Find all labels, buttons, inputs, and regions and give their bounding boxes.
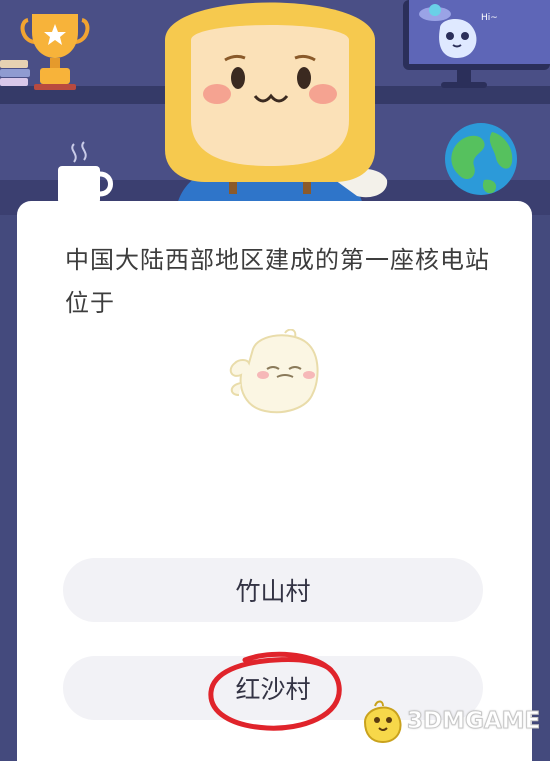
monitor-illustration: Hi~ xyxy=(403,0,550,88)
globe-illustration xyxy=(445,123,517,195)
watermark-logo-icon xyxy=(363,700,402,744)
monitor-text: Hi~ xyxy=(481,13,498,23)
thinking-mascot-icon xyxy=(229,329,319,414)
trophy-icon xyxy=(20,14,90,90)
header-illustration: Hi~ xyxy=(0,0,550,215)
mascot-character xyxy=(165,2,388,215)
watermark-text: 3DMGAME xyxy=(406,708,541,735)
quiz-card: 中国大陆西部地区建成的第一座核电站位于 竹山村 红沙村 xyxy=(17,201,532,761)
coffee-mug-icon xyxy=(58,141,113,204)
watermark: 3DMGAME xyxy=(355,696,550,748)
question-text: 中国大陆西部地区建成的第一座核电站位于 xyxy=(65,246,490,317)
answer-option-1[interactable]: 竹山村 xyxy=(63,558,483,622)
